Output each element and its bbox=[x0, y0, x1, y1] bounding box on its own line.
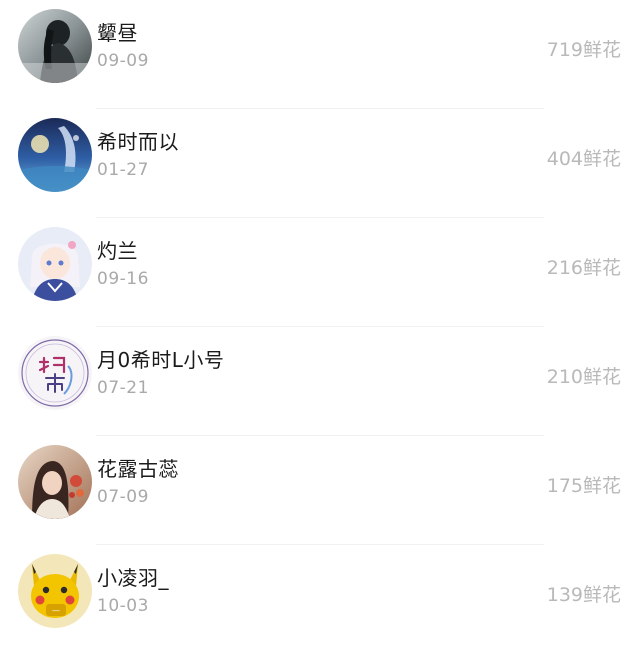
avatar-yellow-pokemon-icon[interactable]: — bbox=[18, 554, 92, 628]
flower-count: 719鲜花 bbox=[546, 39, 621, 61]
entry-date: 10-03 bbox=[97, 596, 149, 616]
ranking-list-item[interactable]: 希时而以 01-27 404鲜花 bbox=[0, 109, 640, 218]
avatar-girl-portrait-icon[interactable] bbox=[18, 445, 92, 519]
entry-date: 09-09 bbox=[97, 51, 149, 71]
svg-text:—: — bbox=[52, 606, 60, 615]
user-name: 小凌羽_ bbox=[97, 566, 169, 590]
flower-count: 175鲜花 bbox=[546, 475, 621, 497]
ranking-list-item[interactable]: 月0希时L小号 07-21 210鲜花 bbox=[0, 327, 640, 436]
entry-date: 09-16 bbox=[97, 269, 149, 289]
avatar-dark-figure-icon[interactable] bbox=[18, 9, 92, 83]
avatar-anime-girl-icon[interactable] bbox=[18, 227, 92, 301]
ranking-list-item[interactable]: 花露古蕊 07-09 175鲜花 bbox=[0, 436, 640, 545]
flower-count: 139鲜花 bbox=[546, 584, 621, 606]
entry-date: 01-27 bbox=[97, 160, 149, 180]
ranking-list-item[interactable]: — 小凌羽_ 10-03 139鲜花 bbox=[0, 545, 640, 654]
avatar-blue-fantasy-icon[interactable] bbox=[18, 118, 92, 192]
user-name: 希时而以 bbox=[97, 130, 179, 154]
user-name: 花露古蕊 bbox=[97, 457, 179, 481]
user-name: 月0希时L小号 bbox=[97, 348, 225, 372]
entry-date: 07-09 bbox=[97, 487, 149, 507]
flower-count: 216鲜花 bbox=[546, 257, 621, 279]
flower-count: 210鲜花 bbox=[546, 366, 621, 388]
user-name: 灼兰 bbox=[97, 239, 138, 263]
user-name: 颦昼 bbox=[97, 21, 138, 45]
avatar-calligraphy-logo-icon[interactable] bbox=[18, 336, 92, 410]
flower-count: 404鲜花 bbox=[546, 148, 621, 170]
entry-date: 07-21 bbox=[97, 378, 149, 398]
ranking-list-item[interactable]: 颦昼 09-09 719鲜花 bbox=[0, 0, 640, 109]
ranking-list-item[interactable]: 灼兰 09-16 216鲜花 bbox=[0, 218, 640, 327]
flower-ranking-list: 颦昼 09-09 719鲜花 希时而以 01-27 404鲜花 灼兰 09-16… bbox=[0, 0, 640, 649]
